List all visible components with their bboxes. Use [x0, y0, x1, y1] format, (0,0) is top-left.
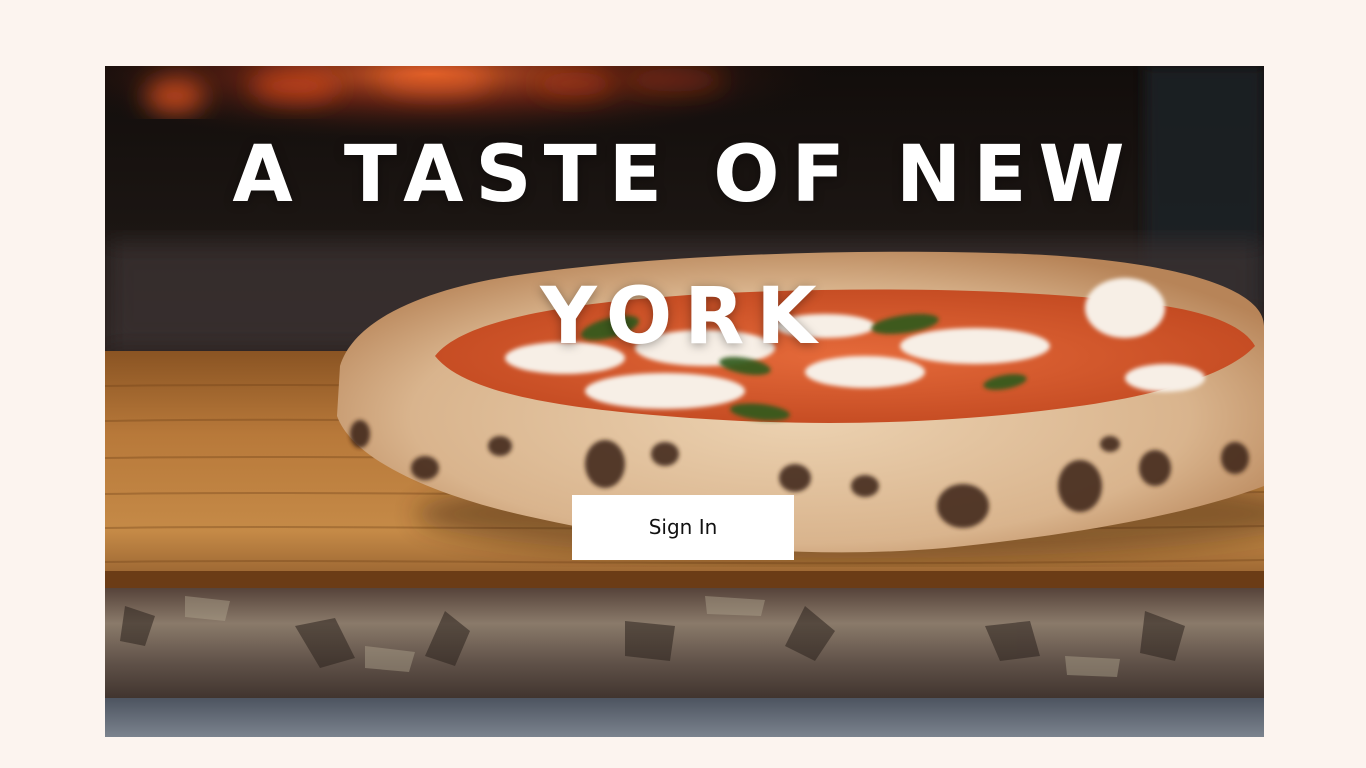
hero-banner: A TASTE OF NEW YORK Sign In	[105, 66, 1264, 737]
hero-title: A TASTE OF NEW YORK	[232, 130, 1137, 362]
landing-page: A TASTE OF NEW YORK Sign In	[0, 0, 1366, 768]
sign-in-button[interactable]: Sign In	[572, 495, 794, 560]
